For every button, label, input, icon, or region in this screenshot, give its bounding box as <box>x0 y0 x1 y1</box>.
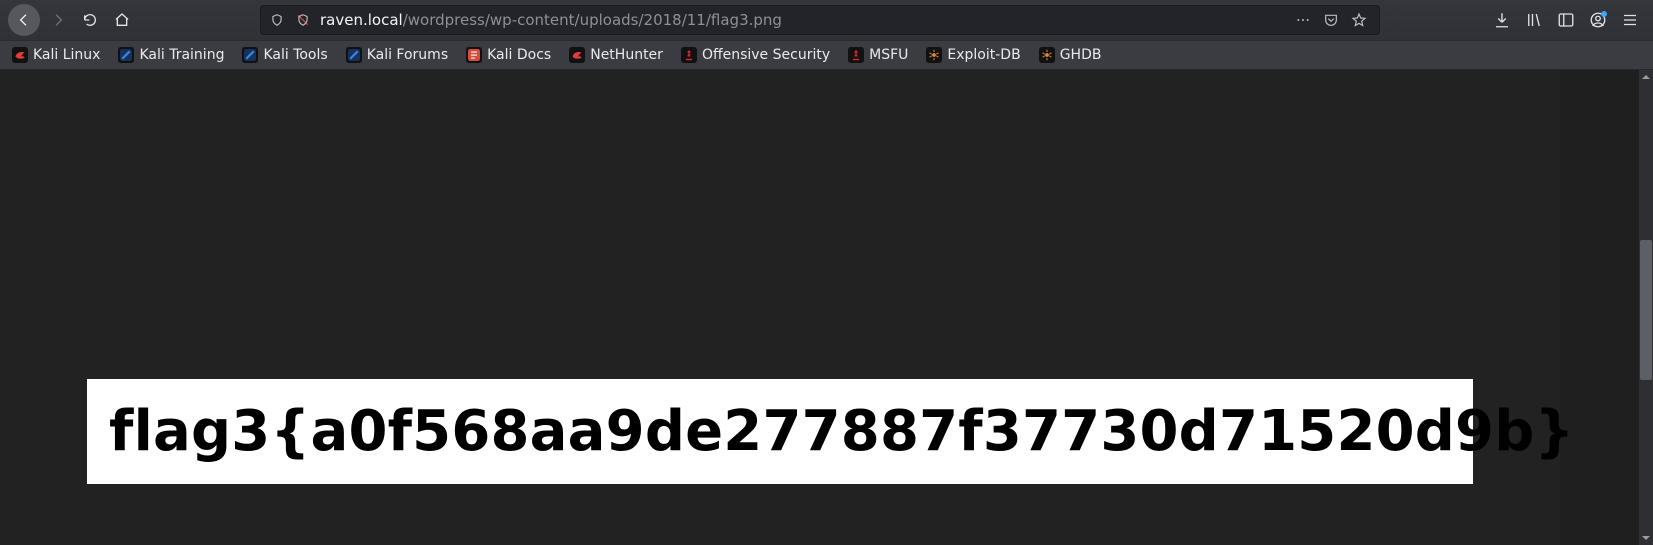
shield-icon <box>268 11 286 29</box>
back-button[interactable] <box>8 4 40 36</box>
bookmark-label: Kali Forums <box>367 47 448 63</box>
kali-dragon-icon <box>569 47 585 63</box>
scroll-thumb[interactable] <box>1640 240 1652 380</box>
bookmark-item[interactable]: GHDB <box>1033 44 1108 66</box>
vertical-scrollbar[interactable] <box>1639 70 1653 545</box>
bookmark-item[interactable]: Kali Linux <box>6 44 106 66</box>
bookmark-label: GHDB <box>1060 47 1102 63</box>
scroll-up-button[interactable] <box>1639 70 1653 84</box>
url-text: raven.local/wordpress/wp-content/uploads… <box>320 11 1286 29</box>
reload-button[interactable] <box>76 6 104 34</box>
bookmark-label: Kali Training <box>139 47 224 63</box>
browser-toolbar: raven.local/wordpress/wp-content/uploads… <box>0 0 1653 40</box>
arrow-right-icon <box>50 12 66 28</box>
menu-icon[interactable] <box>1621 11 1639 29</box>
bookmark-label: Kali Docs <box>487 47 551 63</box>
scroll-down-button[interactable] <box>1639 531 1653 545</box>
page-actions-icon[interactable] <box>1294 11 1312 29</box>
arrow-left-icon <box>16 12 32 28</box>
home-icon <box>114 12 130 28</box>
kali-slash-icon <box>118 47 134 63</box>
spider-icon <box>926 47 942 63</box>
bookmark-label: Kali Tools <box>263 47 327 63</box>
pocket-icon[interactable] <box>1322 11 1340 29</box>
bookmark-item[interactable]: Kali Docs <box>460 44 557 66</box>
sidebar-icon[interactable] <box>1557 11 1575 29</box>
toolbar-right-icons <box>1493 11 1645 29</box>
kali-slash-icon <box>346 47 362 63</box>
bookmark-item[interactable]: NetHunter <box>563 44 669 66</box>
bookmark-item[interactable]: Kali Tools <box>236 44 333 66</box>
bookmark-item[interactable]: Exploit-DB <box>920 44 1026 66</box>
bookmark-label: MSFU <box>869 47 908 63</box>
page-viewport: flag3{a0f568aa9de277887f37730d71520d9b} <box>0 70 1560 545</box>
bookmark-label: Offensive Security <box>702 47 830 63</box>
pawn-icon <box>681 47 697 63</box>
bookmark-item[interactable]: Kali Training <box>112 44 230 66</box>
home-button[interactable] <box>108 6 136 34</box>
bookmark-item[interactable]: MSFU <box>842 44 914 66</box>
account-icon[interactable] <box>1589 11 1607 29</box>
library-icon[interactable] <box>1525 11 1543 29</box>
pawn-icon <box>848 47 864 63</box>
forward-button[interactable] <box>44 6 72 34</box>
bookmark-label: NetHunter <box>590 47 663 63</box>
bookmark-label: Exploit-DB <box>947 47 1020 63</box>
site-security-icon <box>294 11 312 29</box>
bookmark-item[interactable]: Kali Forums <box>340 44 454 66</box>
spider-icon <box>1039 47 1055 63</box>
reload-icon <box>82 12 98 28</box>
downloads-icon[interactable] <box>1493 11 1511 29</box>
url-bar[interactable]: raven.local/wordpress/wp-content/uploads… <box>260 5 1380 35</box>
bookmark-star-icon[interactable] <box>1350 11 1368 29</box>
image-content: flag3{a0f568aa9de277887f37730d71520d9b} <box>87 379 1473 484</box>
bookmark-label: Kali Linux <box>33 47 100 63</box>
bookmarks-toolbar: Kali Linux Kali Training Kali Tools Kali Fo… <box>0 40 1653 70</box>
kali-docs-icon <box>466 47 482 63</box>
notification-dot-icon <box>1601 11 1607 17</box>
bookmark-item[interactable]: Offensive Security <box>675 44 836 66</box>
kali-dragon-icon <box>12 47 28 63</box>
flag-text: flag3{a0f568aa9de277887f37730d71520d9b} <box>109 399 1575 464</box>
kali-slash-icon <box>242 47 258 63</box>
